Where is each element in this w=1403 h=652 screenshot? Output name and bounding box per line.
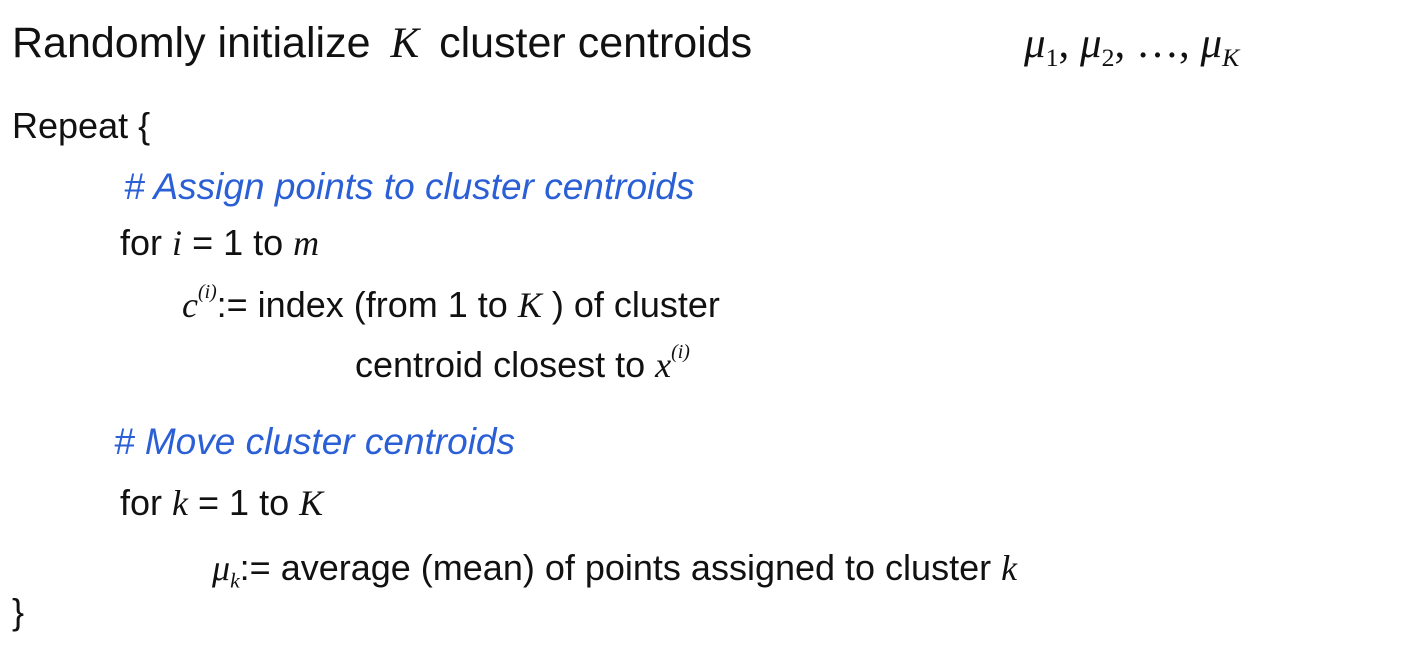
for-loop-i: for i = 1 to m: [120, 222, 320, 263]
mu-k-var: μk: [212, 548, 240, 593]
range-text: = 1 to: [192, 222, 284, 263]
loop-var-k: k: [172, 483, 189, 523]
var-c: c: [182, 285, 198, 325]
title-suffix: cluster centroids: [439, 19, 753, 67]
update-text: := average (mean) of points assigned to …: [239, 547, 992, 588]
superscript-i: (i): [197, 281, 217, 304]
assign-step: c(i):= index (from 1 to K ) of cluster: [182, 282, 720, 325]
comment-assign: # Assign points to cluster centroids: [124, 166, 695, 207]
title-var-k: K: [390, 20, 420, 67]
ellipsis: …: [1136, 20, 1179, 67]
centroid-list: μ1, μ2, …, μK: [1024, 20, 1240, 73]
range-end-m: m: [293, 223, 320, 263]
for-loop-k: for k = 1 to K: [120, 482, 324, 523]
var-k: K: [517, 285, 542, 325]
for-keyword: for: [120, 482, 163, 523]
range-end-K: K: [299, 483, 324, 523]
comment-move: # Move cluster centroids: [114, 421, 516, 462]
title-text: Randomly initialize: [12, 19, 371, 67]
repeat-open: Repeat {: [12, 105, 151, 146]
loop-var-i: i: [172, 223, 183, 263]
var-x: x: [655, 345, 672, 385]
superscript-i: (i): [671, 341, 690, 364]
mu-k: μK: [1200, 20, 1240, 73]
mu-2: μ2: [1080, 20, 1115, 73]
mu-1: μ1: [1024, 20, 1059, 73]
var-k-end: k: [1001, 548, 1018, 588]
for-keyword: for: [120, 222, 163, 263]
update-step: μk:= average (mean) of points assigned t…: [212, 547, 1018, 593]
closest-text: centroid closest to: [355, 344, 646, 385]
assign-tail: ) of cluster: [551, 284, 720, 325]
assign-step-continued: centroid closest to x(i): [355, 342, 690, 385]
range-text: = 1 to: [198, 482, 290, 523]
assign-text: := index (from 1 to: [216, 284, 508, 325]
algorithm-title: Randomly initialize K cluster centroids: [12, 19, 753, 67]
edge-mark: ▁▁: [1355, 0, 1397, 5]
repeat-close: }: [12, 591, 25, 632]
